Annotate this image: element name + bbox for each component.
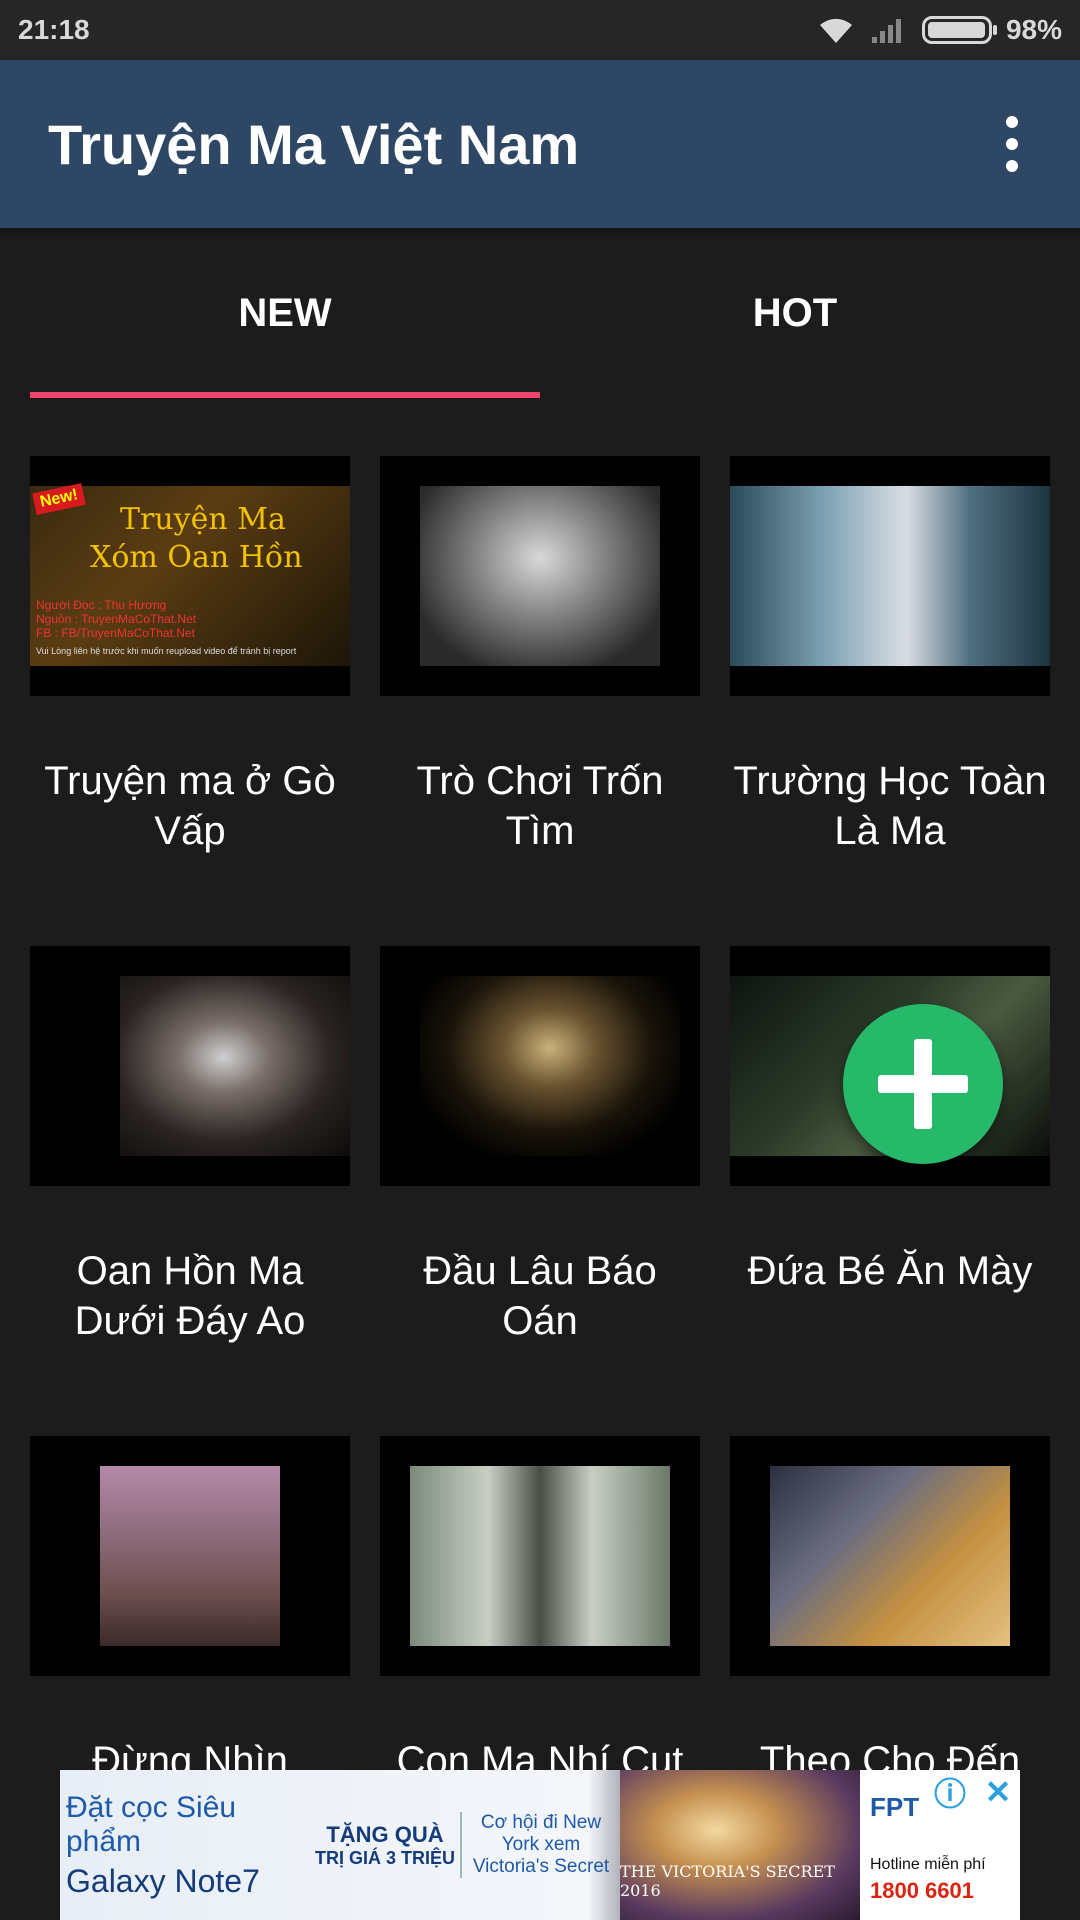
story-card[interactable]: Oan Hồn Ma Dưới Đáy Ao bbox=[30, 946, 350, 1436]
ad-gift-block: TẶNG QUÀ TRỊ GIÁ 3 TRIỆU bbox=[310, 1822, 460, 1869]
story-card[interactable]: Trò Chơi Trốn Tìm bbox=[380, 456, 700, 946]
thumbnail-credit: Vui Lòng liên hệ trước khi muốn reupload… bbox=[36, 646, 297, 656]
ad-gift-line: TRỊ GIÁ 3 TRIỆU bbox=[314, 1847, 455, 1868]
overflow-menu-icon[interactable] bbox=[992, 109, 1032, 179]
ad-info-icon[interactable]: ⓘ bbox=[928, 1770, 972, 1814]
ad-line: Galaxy Note7 bbox=[66, 1862, 260, 1899]
ad-image-text: THE VICTORIA'S SECRET 2016 bbox=[620, 1862, 835, 1900]
story-thumbnail bbox=[730, 1436, 1050, 1676]
app-title: Truyện Ma Việt Nam bbox=[48, 112, 580, 176]
ad-image: THE VICTORIA'S SECRET 2016 bbox=[620, 1770, 860, 1920]
overflow-dot bbox=[1006, 138, 1018, 150]
thumbnail-image bbox=[770, 1466, 1010, 1646]
story-title: Trường Học Toàn Là Ma bbox=[733, 759, 1047, 853]
battery-percent: 98% bbox=[1005, 14, 1062, 45]
thumbnail-image bbox=[730, 486, 1050, 666]
story-thumbnail bbox=[30, 946, 350, 1186]
thumbnail-text: Truyện Ma bbox=[120, 502, 286, 537]
thumbnail-image bbox=[120, 976, 350, 1156]
tab-hot[interactable]: HOT bbox=[540, 228, 1050, 398]
story-title: Đầu Lâu Báo Oán bbox=[423, 1249, 657, 1343]
story-thumbnail bbox=[380, 1436, 700, 1676]
overflow-dot bbox=[1006, 116, 1018, 128]
thumbnail-credit: Nguồn : TruyenMaCoThat.Net bbox=[36, 612, 197, 626]
status-bar: 21:18 98% bbox=[0, 0, 1080, 60]
thumbnail-image bbox=[420, 976, 680, 1156]
status-time: 21:18 bbox=[18, 14, 90, 45]
ad-offer: Cơ hội đi New York xem Victoria's Secret bbox=[460, 1812, 620, 1878]
story-card[interactable]: New! Truyện Ma Xóm Oan Hồn Người Đọc : T… bbox=[30, 456, 350, 946]
story-title: Oan Hồn Ma Dưới Đáy Ao bbox=[74, 1249, 306, 1343]
ad-controls: ⓘ ✕ bbox=[928, 1770, 1020, 1814]
ad-hotline: 1800 6601 bbox=[870, 1878, 974, 1903]
story-thumbnail bbox=[730, 456, 1050, 696]
ad-hotline-label: Hotline miễn phí bbox=[870, 1856, 986, 1873]
app-bar: Truyện Ma Việt Nam bbox=[0, 60, 1080, 228]
thumbnail-image: New! Truyện Ma Xóm Oan Hồn Người Đọc : T… bbox=[30, 483, 350, 666]
story-grid: New! Truyện Ma Xóm Oan Hồn Người Đọc : T… bbox=[30, 456, 1050, 1920]
thumbnail-credit: FB : FB/TruyenMaCoThat.Net bbox=[36, 626, 195, 640]
story-card[interactable]: Trường Học Toàn Là Ma bbox=[730, 456, 1050, 946]
thumbnail-image bbox=[410, 1466, 670, 1646]
tab-bar: NEW HOT bbox=[30, 228, 1050, 398]
story-thumbnail: New! Truyện Ma Xóm Oan Hồn Người Đọc : T… bbox=[30, 456, 350, 696]
thumbnail-text: Xóm Oan Hồn bbox=[90, 540, 303, 575]
tab-new[interactable]: NEW bbox=[30, 228, 540, 398]
new-badge: New! bbox=[32, 483, 86, 515]
thumbnail-image bbox=[420, 486, 660, 666]
thumbnail-image bbox=[100, 1466, 280, 1646]
signal-icon bbox=[871, 19, 901, 43]
plus-icon-vertical bbox=[914, 1039, 932, 1129]
story-title: Truyện ma ở Gò Vấp bbox=[44, 759, 336, 853]
ad-banner[interactable]: Đặt cọc Siêu phẩm Galaxy Note7 TẶNG QUÀ … bbox=[60, 1770, 1020, 1920]
status-icons: 98% bbox=[816, 14, 1062, 46]
story-thumbnail bbox=[380, 946, 700, 1186]
story-card[interactable]: Đầu Lâu Báo Oán bbox=[380, 946, 700, 1436]
overflow-dot bbox=[1006, 160, 1018, 172]
story-thumbnail bbox=[380, 456, 700, 696]
ad-brand: FPT bbox=[870, 1792, 920, 1822]
add-button[interactable] bbox=[843, 1004, 1003, 1164]
battery-icon bbox=[921, 16, 997, 44]
wifi-icon bbox=[819, 18, 852, 43]
battery-fill bbox=[927, 22, 985, 38]
ad-text-block: Đặt cọc Siêu phẩm Galaxy Note7 bbox=[60, 1791, 310, 1900]
ad-close-icon[interactable]: ✕ bbox=[976, 1770, 1020, 1814]
ad-line: Đặt cọc Siêu phẩm bbox=[66, 1790, 237, 1858]
story-thumbnail bbox=[30, 1436, 350, 1676]
story-title: Trò Chơi Trốn Tìm bbox=[416, 759, 664, 853]
ad-gift-line: TẶNG QUÀ bbox=[326, 1821, 444, 1847]
thumbnail-credit: Người Đọc : Thu Hương bbox=[36, 598, 167, 612]
story-title: Đứa Bé Ăn Mày bbox=[747, 1249, 1033, 1293]
